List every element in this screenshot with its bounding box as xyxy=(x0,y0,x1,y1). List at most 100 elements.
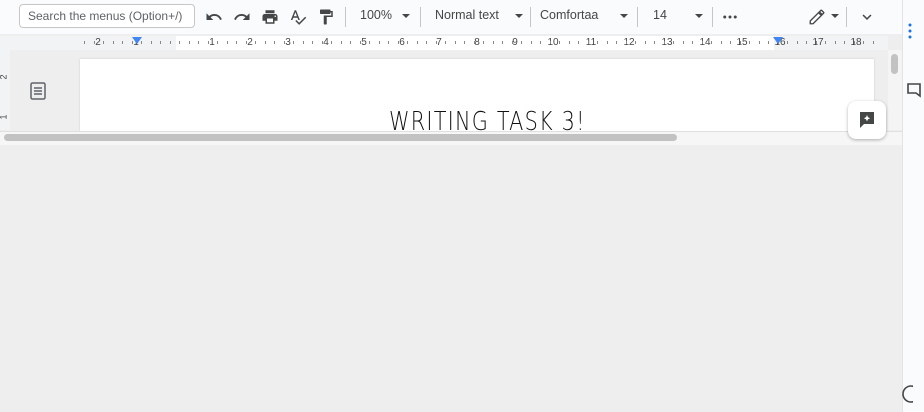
separator xyxy=(345,7,346,27)
search-menus-input[interactable]: Search the menus (Option+/) xyxy=(19,4,195,28)
ruler-tick xyxy=(531,41,532,44)
chevron-down-icon[interactable] xyxy=(695,14,703,18)
ruler-tick xyxy=(103,41,104,44)
ruler-tick xyxy=(835,41,836,44)
font-size-select[interactable]: 14 xyxy=(653,8,667,22)
sparkle-icon xyxy=(860,112,874,128)
vertical-ruler[interactable]: 2 1 xyxy=(0,50,10,130)
side-panel-strip xyxy=(902,0,924,412)
ruler-tick xyxy=(540,41,541,44)
ruler-tick xyxy=(312,41,313,44)
ruler-tick xyxy=(369,41,370,44)
undo-icon[interactable] xyxy=(203,6,225,28)
ruler-number: 5 xyxy=(361,37,367,48)
ruler-tick xyxy=(236,41,237,44)
more-options-icon[interactable] xyxy=(719,6,741,28)
ruler-tick xyxy=(341,41,342,44)
chevron-down-icon[interactable] xyxy=(402,14,410,18)
ruler-number: 15 xyxy=(736,37,748,48)
ruler-number: 8 xyxy=(474,37,480,48)
ruler-tick xyxy=(189,41,190,44)
chevron-down-icon[interactable] xyxy=(831,14,839,18)
document-title: WRITING TASK 3! xyxy=(389,107,586,131)
document-outline-icon[interactable] xyxy=(27,80,51,102)
ruler-tick xyxy=(179,41,180,44)
chevron-down-icon[interactable] xyxy=(620,14,628,18)
ruler-number: 9 xyxy=(512,37,518,48)
separator xyxy=(637,7,638,27)
document-page[interactable]: WRITING TASK 3! xyxy=(80,59,874,131)
ruler-tick xyxy=(284,41,285,44)
ruler-number: 1 xyxy=(209,37,215,48)
ruler-tick xyxy=(673,41,674,44)
separator xyxy=(846,7,847,27)
ruler-tick xyxy=(170,41,171,44)
comment-icon[interactable] xyxy=(905,82,923,102)
ruler-tick xyxy=(711,41,712,44)
ruler-tick xyxy=(683,41,684,44)
spellcheck-icon[interactable] xyxy=(287,6,309,28)
ruler-tick xyxy=(759,41,760,44)
side-panel-icon[interactable] xyxy=(907,22,913,40)
ruler-tick xyxy=(426,41,427,44)
ruler-tick xyxy=(797,41,798,44)
ruler-tick xyxy=(692,41,693,44)
ruler-tick xyxy=(84,41,85,44)
ruler-tick xyxy=(246,41,247,44)
vertical-scroll-thumb[interactable] xyxy=(891,54,898,74)
left-indent-marker[interactable] xyxy=(132,37,142,44)
help-icon[interactable] xyxy=(901,384,920,404)
separator xyxy=(712,7,713,27)
ruler-tick xyxy=(749,41,750,44)
ruler-tick xyxy=(417,41,418,44)
horizontal-scroll-thumb[interactable] xyxy=(4,134,677,141)
ruler-number: 2 xyxy=(247,37,253,48)
ruler-number: 7 xyxy=(436,37,442,48)
ruler-tick xyxy=(607,41,608,44)
ruler-tick xyxy=(350,41,351,44)
ruler-tick xyxy=(588,41,589,44)
ruler-tick xyxy=(597,41,598,44)
ruler-tick xyxy=(626,41,627,44)
ruler-tick xyxy=(740,41,741,44)
ruler-tick xyxy=(217,41,218,44)
ruler-number: 4 xyxy=(323,37,329,48)
zoom-select[interactable]: 100% xyxy=(360,8,392,22)
ruler-tick xyxy=(94,41,95,44)
right-indent-marker[interactable] xyxy=(773,37,783,44)
ruler-tick xyxy=(265,41,266,44)
chevron-down-icon[interactable] xyxy=(515,14,523,18)
ruler-tick xyxy=(303,41,304,44)
ruler-tick xyxy=(151,41,152,44)
ruler-tick xyxy=(787,41,788,44)
ruler-tick xyxy=(816,41,817,44)
ai-assist-button[interactable] xyxy=(848,101,886,139)
font-select[interactable]: Comfortaa xyxy=(540,8,598,22)
separator xyxy=(530,7,531,27)
redo-icon[interactable] xyxy=(231,6,253,28)
ruler-tick xyxy=(113,41,114,44)
collapse-menus-icon[interactable] xyxy=(856,6,878,28)
ruler-tick xyxy=(702,41,703,44)
ruler-tick xyxy=(550,41,551,44)
ruler-tick xyxy=(635,41,636,44)
paragraph-style-select[interactable]: Normal text xyxy=(435,8,499,22)
paint-format-icon[interactable] xyxy=(315,6,337,28)
ruler-number: 3 xyxy=(285,37,291,48)
ruler-tick xyxy=(436,41,437,44)
ruler-tick xyxy=(360,41,361,44)
ruler-tick xyxy=(873,41,874,44)
ruler-tick xyxy=(255,41,256,44)
ruler-tick xyxy=(730,41,731,44)
vertical-ruler-label: 1 xyxy=(0,114,9,119)
print-icon[interactable] xyxy=(259,6,281,28)
ruler-tick xyxy=(388,41,389,44)
ruler-tick xyxy=(863,41,864,44)
ruler-tick xyxy=(464,41,465,44)
ruler-tick xyxy=(502,41,503,44)
ruler-tick xyxy=(407,41,408,44)
edit-mode-icon[interactable] xyxy=(806,6,828,28)
ruler-tick xyxy=(274,41,275,44)
ruler-tick xyxy=(322,41,323,44)
ruler-tick xyxy=(664,41,665,44)
